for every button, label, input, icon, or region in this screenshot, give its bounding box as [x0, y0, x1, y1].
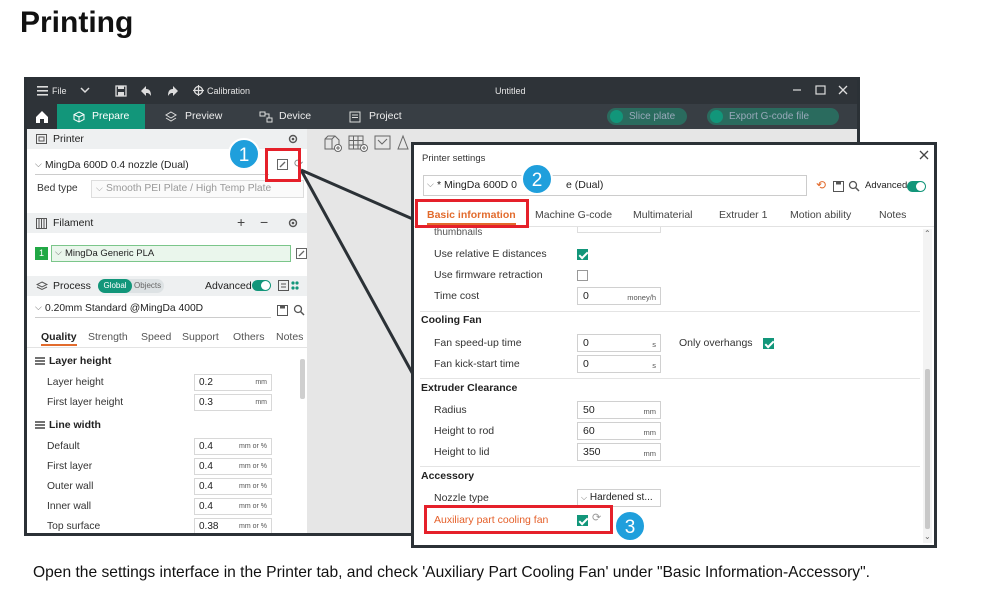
left-sidebar: Printer ⌵ MingDa 600D 0.4 nozzle (Dual) … [27, 129, 307, 533]
callout-3-highlight [424, 505, 613, 534]
fan-speedup-field[interactable]: 0s [577, 334, 661, 352]
gear-icon[interactable] [287, 133, 299, 145]
subtab-support[interactable]: Support [182, 331, 219, 343]
printer-section-header: Printer [27, 129, 307, 149]
project-icon [349, 111, 361, 123]
process-section-header: Process Global Objects Advanced [27, 276, 307, 296]
callout-2-badge: 2 [521, 163, 553, 195]
tab-multimaterial[interactable]: Multimaterial [633, 209, 693, 221]
layer-height-field[interactable]: 0.2 mm [194, 374, 272, 391]
callout-3-badge: 3 [614, 510, 646, 542]
tab-notes[interactable]: Notes [879, 209, 906, 221]
subtab-speed[interactable]: Speed [141, 331, 171, 343]
close-icon[interactable] [838, 85, 848, 95]
line-width-top-surface-field[interactable]: 0.38 mm or % [194, 518, 272, 533]
filament-select[interactable]: ⌵ MingDa Generic PLA [51, 245, 291, 262]
chevron-down-icon: ⌵ [96, 183, 103, 193]
file-menu[interactable]: File [52, 86, 67, 96]
undo-icon[interactable] [140, 85, 152, 97]
minimize-icon[interactable] [792, 83, 802, 95]
process-preset-select[interactable]: ⌵ 0.20mm Standard @MingDa 400D [35, 301, 271, 318]
cube-icon [73, 111, 85, 123]
printer-icon [36, 134, 47, 144]
chevron-down-icon: ⌵ [427, 179, 434, 189]
window-title: Untitled [495, 86, 526, 96]
maximize-icon[interactable] [815, 85, 826, 95]
filament-index-badge: 1 [35, 247, 48, 260]
filament-section-header: Filament + − [27, 213, 307, 233]
save-icon[interactable] [833, 181, 844, 192]
tab-preview[interactable]: Preview [165, 104, 245, 129]
chevron-down-icon [710, 110, 723, 123]
chevron-down-icon [610, 110, 623, 123]
chevron-down-icon: ⌵ [35, 302, 42, 312]
tab-device[interactable]: Device [259, 104, 339, 129]
chevron-down-icon: ⌵ [581, 493, 588, 502]
thumbnails-field[interactable] [577, 227, 661, 233]
main-tab-bar: Prepare Preview Device Project Slice pla… [27, 104, 857, 129]
subtab-strength[interactable]: Strength [88, 331, 128, 343]
chevron-down-icon[interactable] [80, 84, 90, 96]
instruction-caption: Open the settings interface in the Print… [33, 564, 870, 581]
line-width-icon [35, 420, 45, 430]
first-layer-height-field[interactable]: 0.3 mm [194, 394, 272, 411]
callout-1-highlight [265, 148, 301, 182]
revert-icon[interactable]: ⟲ [816, 178, 826, 192]
filament-icon [36, 218, 47, 229]
dialog-close-icon[interactable] [919, 150, 929, 160]
tab-project[interactable]: Project [349, 104, 429, 129]
chevron-down-icon: ⌵ [55, 247, 62, 257]
printer-preset-select[interactable]: ⌵ * MingDa 600D 0 e (Dual) [423, 175, 807, 196]
use-relative-e-checkbox[interactable] [577, 249, 588, 260]
advanced-toggle[interactable] [252, 280, 271, 291]
dialog-title: Printer settings [422, 153, 486, 164]
callout-1-badge: 1 [228, 138, 260, 170]
calibration-icon[interactable] [193, 85, 204, 96]
layers-icon [165, 111, 177, 123]
radius-field[interactable]: 50 mm [577, 401, 661, 419]
use-firmware-retraction-checkbox[interactable] [577, 270, 588, 281]
advanced-toggle[interactable] [907, 181, 926, 192]
only-overhangs-checkbox[interactable] [763, 338, 774, 349]
home-icon[interactable] [27, 104, 57, 129]
height-to-lid-field[interactable]: 350 mm [577, 443, 661, 461]
plus-icon[interactable]: + [237, 214, 245, 230]
tab-motion-ability[interactable]: Motion ability [790, 209, 851, 221]
time-cost-field[interactable]: 0 money/h [577, 287, 661, 305]
device-icon [259, 111, 273, 123]
search-icon[interactable] [848, 180, 860, 192]
layer-height-icon [35, 356, 45, 366]
bed-type-select[interactable]: ⌵ Smooth PEI Plate / High Temp Plate [91, 180, 304, 198]
slice-plate-button[interactable]: Slice plate [607, 108, 688, 125]
fan-kickstart-field[interactable]: 0s [577, 355, 661, 373]
title-bar: File Calibration Untitled [27, 80, 857, 104]
redo-icon[interactable] [167, 85, 179, 97]
minus-icon[interactable]: − [260, 214, 268, 230]
save-icon[interactable] [115, 85, 127, 97]
line-width-first-layer-field[interactable]: 0.4 mm or % [194, 458, 272, 475]
tab-prepare[interactable]: Prepare [57, 104, 145, 129]
callout-2-highlight [415, 199, 529, 228]
tab-machine-gcode[interactable]: Machine G-code [535, 209, 612, 221]
line-width-inner-wall-field[interactable]: 0.4 mm or % [194, 498, 272, 515]
export-gcode-button[interactable]: Export G-code file [707, 108, 840, 125]
height-to-rod-field[interactable]: 60 mm [577, 422, 661, 440]
calibration-menu[interactable]: Calibration [207, 86, 250, 96]
global-objects-toggle[interactable]: Global Objects [98, 279, 164, 293]
tab-extruder-1[interactable]: Extruder 1 [719, 209, 767, 221]
subtab-others[interactable]: Others [233, 331, 265, 343]
line-width-default-field[interactable]: 0.4 mm or % [194, 438, 272, 455]
process-icon [36, 281, 48, 292]
subtab-quality[interactable]: Quality [41, 331, 77, 346]
hamburger-menu-icon[interactable] [37, 85, 49, 96]
process-subtabs: Quality Strength Speed Support Others No… [27, 328, 307, 348]
dialog-scrollbar[interactable]: ⌃ ⌄ [923, 229, 932, 543]
page-title: Printing [20, 6, 134, 39]
chevron-down-icon: ⌵ [35, 159, 42, 169]
line-width-outer-wall-field[interactable]: 0.4 mm or % [194, 478, 272, 495]
